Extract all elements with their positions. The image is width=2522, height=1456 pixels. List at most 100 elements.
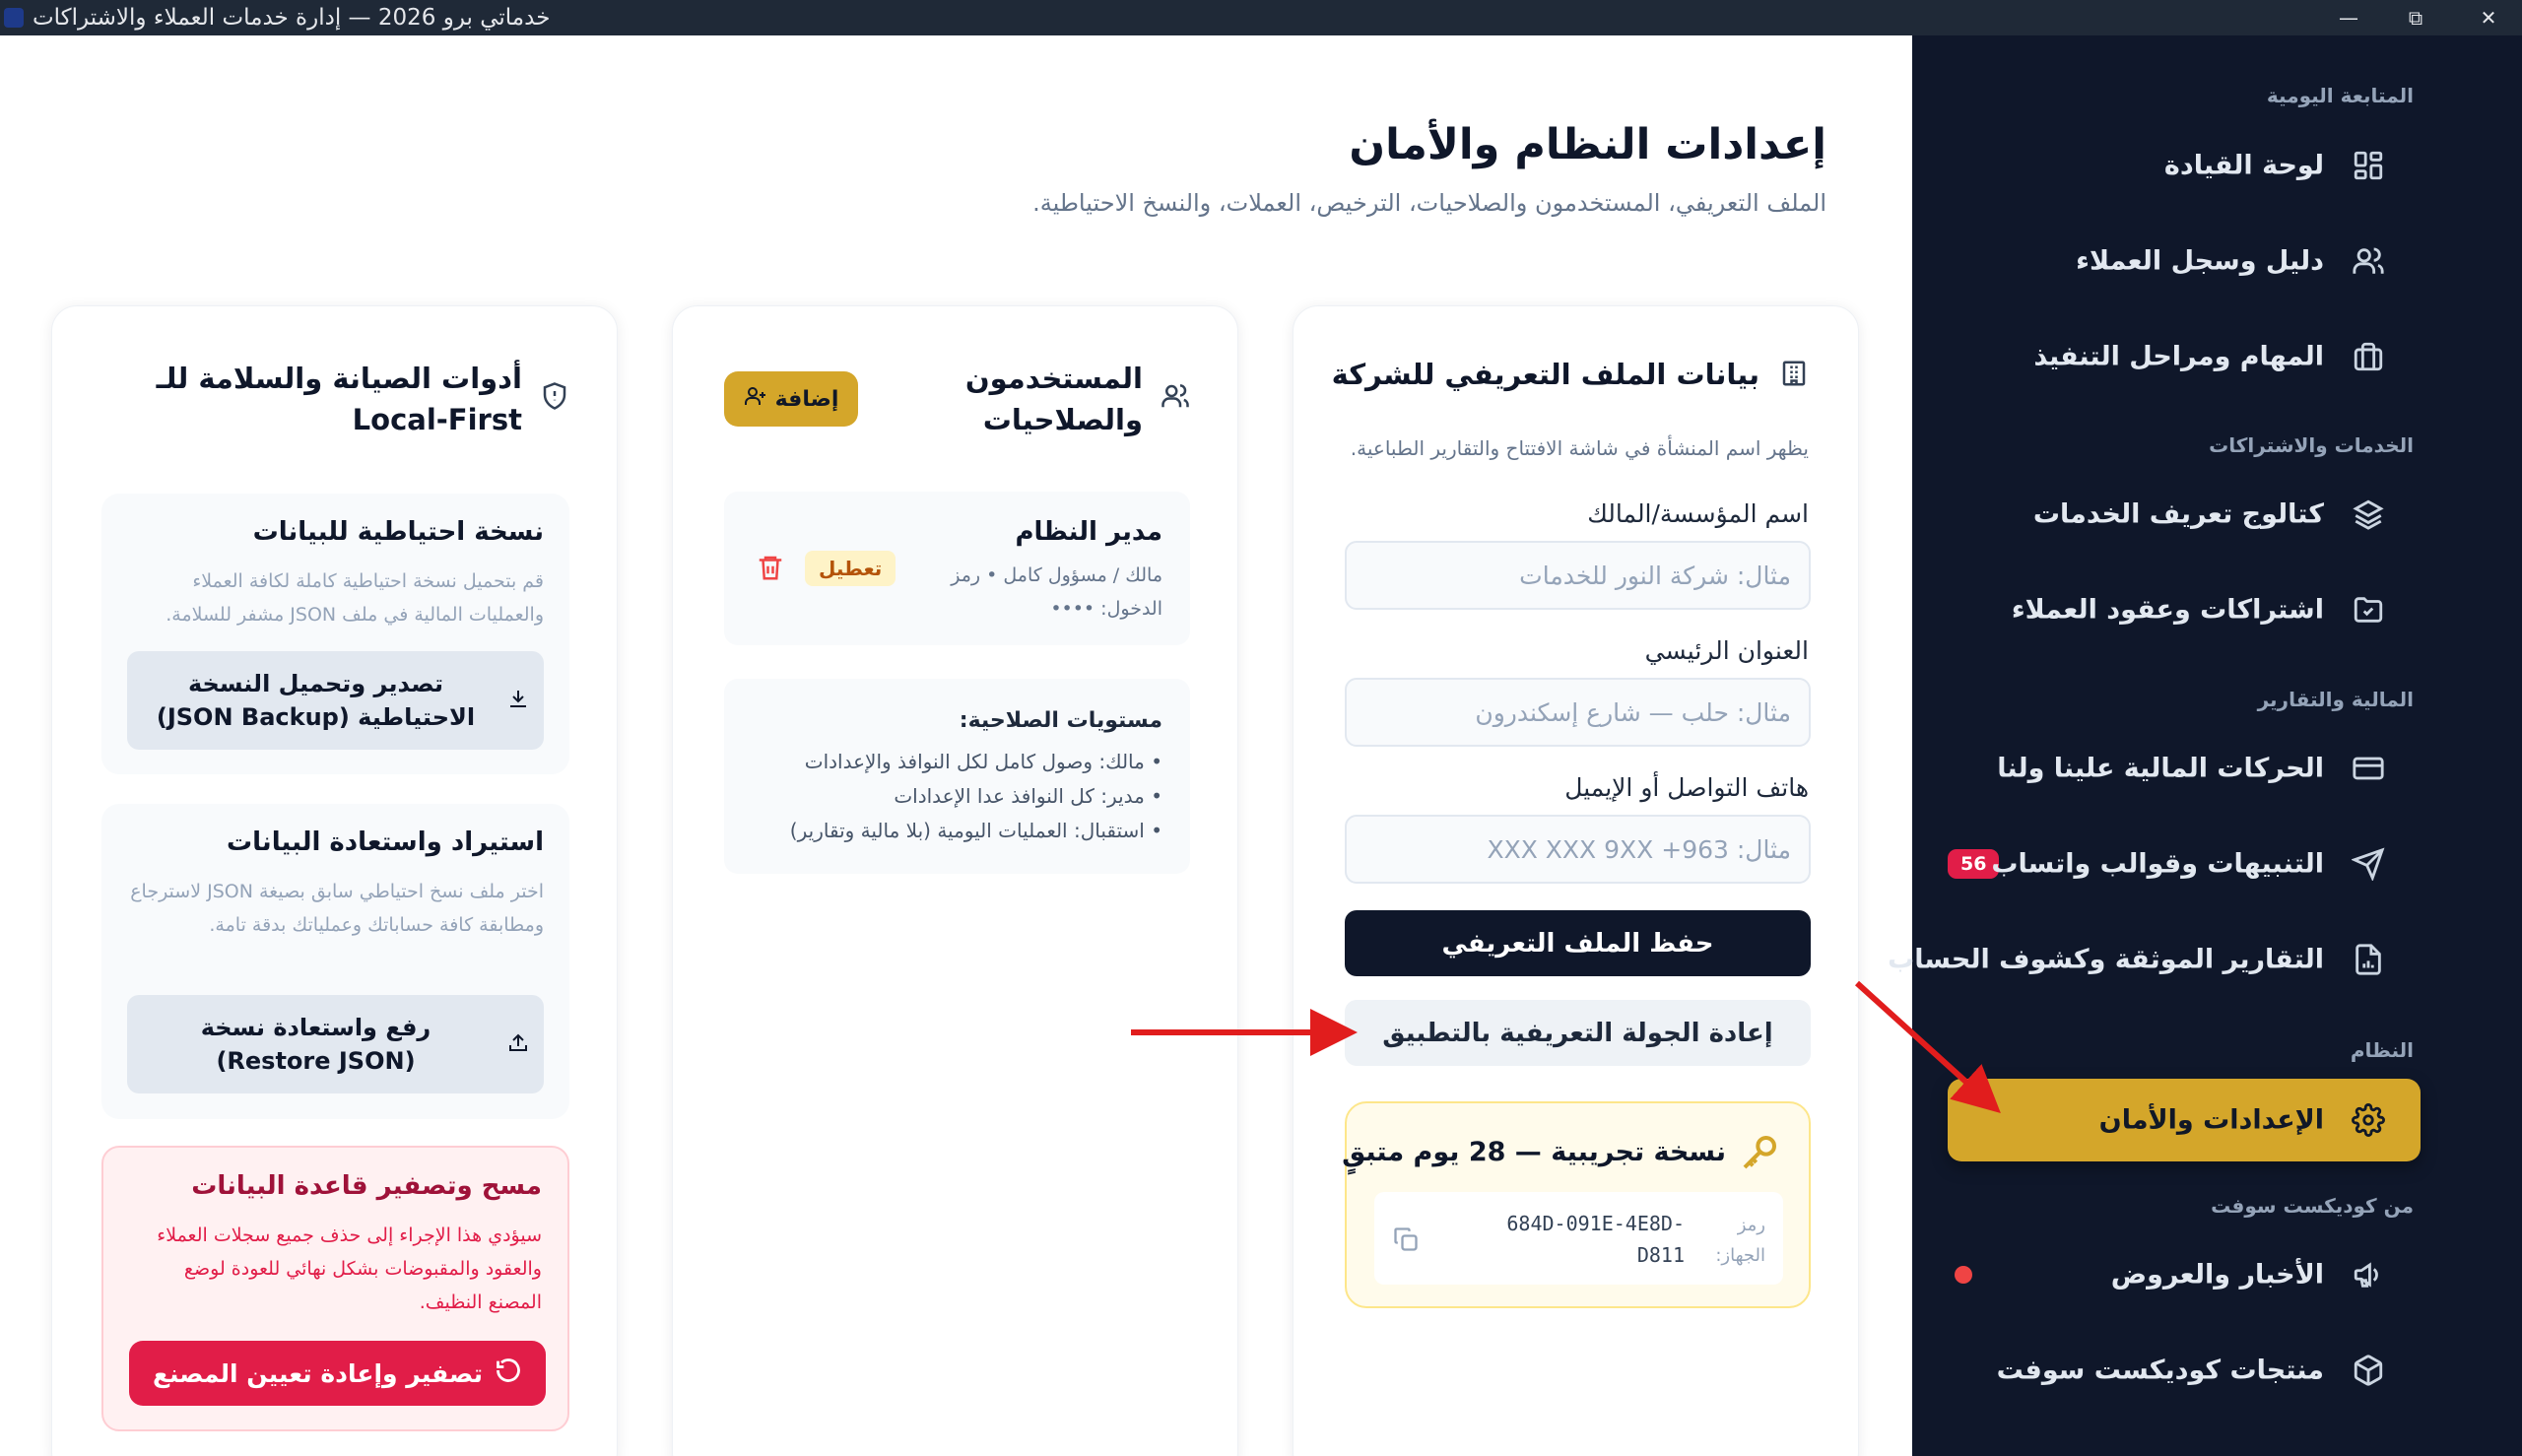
company-name-input[interactable] — [1347, 543, 1809, 608]
sidebar-item-label: كتالوج تعريف الخدمات — [2032, 498, 2324, 530]
permission-level-item: • استقبال: العمليات اليومية (بلا مالية و… — [789, 819, 1162, 842]
export-backup-button[interactable]: تصدير وتحميل النسخة الاحتياطية (JSON Bac… — [127, 651, 544, 750]
sidebar-item-label: التقارير الموثقة وكشوف الحساب — [1888, 944, 2324, 975]
key-icon — [1740, 1133, 1779, 1176]
sidebar-item-settings[interactable]: الإعدادات والأمان — [1948, 1079, 2421, 1161]
company-name-field[interactable] — [1345, 541, 1811, 610]
sidebar-item-label: الإعدادات والأمان — [2098, 1104, 2324, 1136]
download-icon — [506, 687, 530, 714]
reset-title: مسح وتصفير قاعدة البيانات — [191, 1171, 542, 1201]
trial-status: نسخة تجريبية — 28 يوم متبقٍ — [1342, 1137, 1726, 1167]
sidebar-item-subscriptions[interactable]: اشتراكات وعقود العملاء — [1948, 570, 2421, 649]
contact-field[interactable] — [1345, 815, 1811, 884]
sidebar-item-label: دليل وسجل العملاء — [2076, 245, 2324, 277]
page-subtitle: الملف التعريفي، المستخدمون والصلاحيات، ا… — [1032, 189, 1826, 217]
sidebar-item-tasks[interactable]: المهام ومراحل التنفيذ — [1948, 317, 2421, 396]
building-icon — [1779, 359, 1809, 392]
sidebar-item-products[interactable]: منتجات كوديكست سوفت — [1948, 1331, 2421, 1410]
sidebar-item-transactions[interactable]: الحركات المالية علينا ولنا — [1948, 729, 2421, 808]
upload-icon — [506, 1030, 530, 1058]
disable-user-button[interactable]: تعطيل — [805, 551, 896, 586]
address-label: العنوان الرئيسي — [1644, 636, 1809, 665]
contact-input[interactable] — [1347, 817, 1809, 882]
factory-reset-label: تصفير وإعادة تعيين المصنع — [152, 1358, 484, 1388]
save-profile-button[interactable]: حفظ الملف التعريفي — [1345, 910, 1811, 976]
permission-levels: مستويات الصلاحية: • مالك: وصول كامل لكل … — [724, 679, 1190, 874]
sidebar-item-label: التنبيهات وقوالب واتساب — [1991, 848, 2324, 880]
sidebar-item-customers[interactable]: دليل وسجل العملاء — [1948, 222, 2421, 300]
file-chart-icon — [2352, 943, 2385, 976]
restore-description: اختر ملف نسخ احتياطي سابق بصيغة JSON لاس… — [130, 881, 544, 936]
maintenance-tools-card: أدوات الصيانة والسلامة للـ Local-First ن… — [51, 305, 618, 1456]
box-icon — [2352, 1354, 2385, 1387]
sidebar-heading-finance: المالية والتقارير — [2257, 688, 2414, 711]
users-icon — [2352, 244, 2385, 278]
sidebar-item-label: لوحة القيادة — [2163, 150, 2324, 181]
sidebar-item-label: المهام ومراحل التنفيذ — [2033, 341, 2324, 372]
send-icon — [2350, 847, 2385, 883]
folder-check-icon — [2352, 593, 2385, 627]
backup-description: قم بتحميل نسخة احتياطية كاملة لكافة العم… — [166, 570, 544, 626]
reset-section: مسح وتصفير قاعدة البيانات سيؤدي هذا الإج… — [101, 1146, 569, 1431]
address-field[interactable] — [1345, 678, 1811, 747]
maximize-button[interactable]: ⧉ — [2382, 0, 2449, 35]
sidebar-item-reports[interactable]: التقارير الموثقة وكشوف الحساب — [1888, 920, 2421, 999]
export-backup-label: تصدير وتحميل النسخة الاحتياطية (JSON Bac… — [156, 670, 476, 731]
gear-icon — [2352, 1103, 2385, 1137]
sidebar-item-label: منتجات كوديكست سوفت — [1996, 1355, 2324, 1386]
sidebar-item-alerts[interactable]: 56 التنبيهات وقوالب واتساب — [1948, 825, 2421, 903]
permission-level-item: • مدير: كل النوافذ عدا الإعدادات — [894, 784, 1162, 808]
sidebar-item-label: الحركات المالية علينا ولنا — [1997, 753, 2324, 784]
title-bar: خدماتي برو 2026 — إدارة خدمات العملاء وا… — [0, 0, 2522, 35]
users-permissions-card: المستخدمون والصلاحيات إضافة مدير النظام … — [672, 305, 1238, 1456]
add-user-label: إضافة — [774, 386, 839, 412]
company-profile-card: بيانات الملف التعريفي للشركة يظهر اسم ال… — [1293, 305, 1859, 1456]
megaphone-icon — [2352, 1258, 2385, 1291]
app-icon — [4, 8, 24, 28]
trash-icon[interactable] — [756, 553, 785, 586]
page-title: إعدادات النظام والأمان — [1349, 120, 1826, 169]
unread-dot — [1955, 1266, 1972, 1284]
layers-icon — [2352, 497, 2385, 531]
window-title: خدماتي برو 2026 — إدارة خدمات العملاء وا… — [33, 5, 551, 31]
factory-reset-button[interactable]: تصفير وإعادة تعيين المصنع — [129, 1341, 546, 1406]
restore-backup-label: رفع واستعادة نسخة (Restore JSON) — [200, 1014, 431, 1075]
credit-card-icon — [2352, 752, 2385, 785]
sidebar-heading-system: النظام — [2350, 1038, 2414, 1062]
close-button[interactable]: ✕ — [2455, 0, 2522, 35]
maintenance-card-title: أدوات الصيانة والسلامة للـ Local-First — [156, 362, 522, 436]
sidebar: المتابعة اليومية لوحة القيادة دليل وسجل … — [1888, 35, 2522, 1456]
users-card-title: المستخدمون والصلاحيات — [964, 362, 1143, 436]
sidebar-heading-codext: من كوديكست سوفت — [2211, 1194, 2414, 1218]
contact-label: هاتف التواصل أو الإيميل — [1564, 773, 1809, 802]
sidebar-heading-services: الخدمات والاشتراكات — [2209, 433, 2414, 457]
minimize-button[interactable]: — — [2315, 0, 2382, 35]
add-user-button[interactable]: إضافة — [724, 371, 858, 427]
device-code-value: 684D-091E-4E8D-D811 — [1506, 1212, 1685, 1267]
restore-section: استيراد واستعادة البيانات اختر ملف نسخ ا… — [101, 804, 569, 1119]
shield-icon — [540, 381, 569, 415]
user-name: مدير النظام — [1015, 517, 1162, 547]
profile-card-title: بيانات الملف التعريفي للشركة — [1331, 358, 1759, 391]
users-icon — [1161, 381, 1190, 415]
address-input[interactable] — [1347, 680, 1809, 745]
copy-icon[interactable] — [1392, 1225, 1420, 1257]
user-role: مالك / مسؤول كامل • رمز الدخول: •••• — [951, 564, 1162, 620]
company-name-label: اسم المؤسسة/المالك — [1587, 499, 1809, 528]
sidebar-item-catalog[interactable]: كتالوج تعريف الخدمات — [1948, 475, 2421, 554]
permission-level-item: • مالك: وصول كامل لكل النوافذ والإعدادات — [804, 750, 1162, 773]
trial-license-box: نسخة تجريبية — 28 يوم متبقٍ رمز الجهاز: … — [1342, 1101, 1811, 1308]
sidebar-item-news[interactable]: الأخبار والعروض — [1948, 1235, 2421, 1314]
briefcase-icon — [2352, 340, 2385, 373]
permission-levels-title: مستويات الصلاحية: — [959, 708, 1162, 733]
sidebar-item-label: اشتراكات وعقود العملاء — [2011, 594, 2324, 626]
device-code-label: رمز الجهاز: — [1715, 1215, 1765, 1266]
backup-title: نسخة احتياطية للبيانات — [252, 517, 544, 547]
restore-title: استيراد واستعادة البيانات — [227, 827, 544, 857]
restore-backup-button[interactable]: رفع واستعادة نسخة (Restore JSON) — [127, 995, 544, 1093]
profile-description: يظهر اسم المنشأة في شاشة الافتتاح والتقا… — [1350, 436, 1809, 460]
sidebar-item-dashboard[interactable]: لوحة القيادة — [1948, 126, 2421, 205]
refresh-icon — [495, 1357, 522, 1390]
add-user-icon — [744, 384, 767, 414]
restart-tour-button[interactable]: إعادة الجولة التعريفية بالتطبيق — [1345, 1000, 1811, 1066]
